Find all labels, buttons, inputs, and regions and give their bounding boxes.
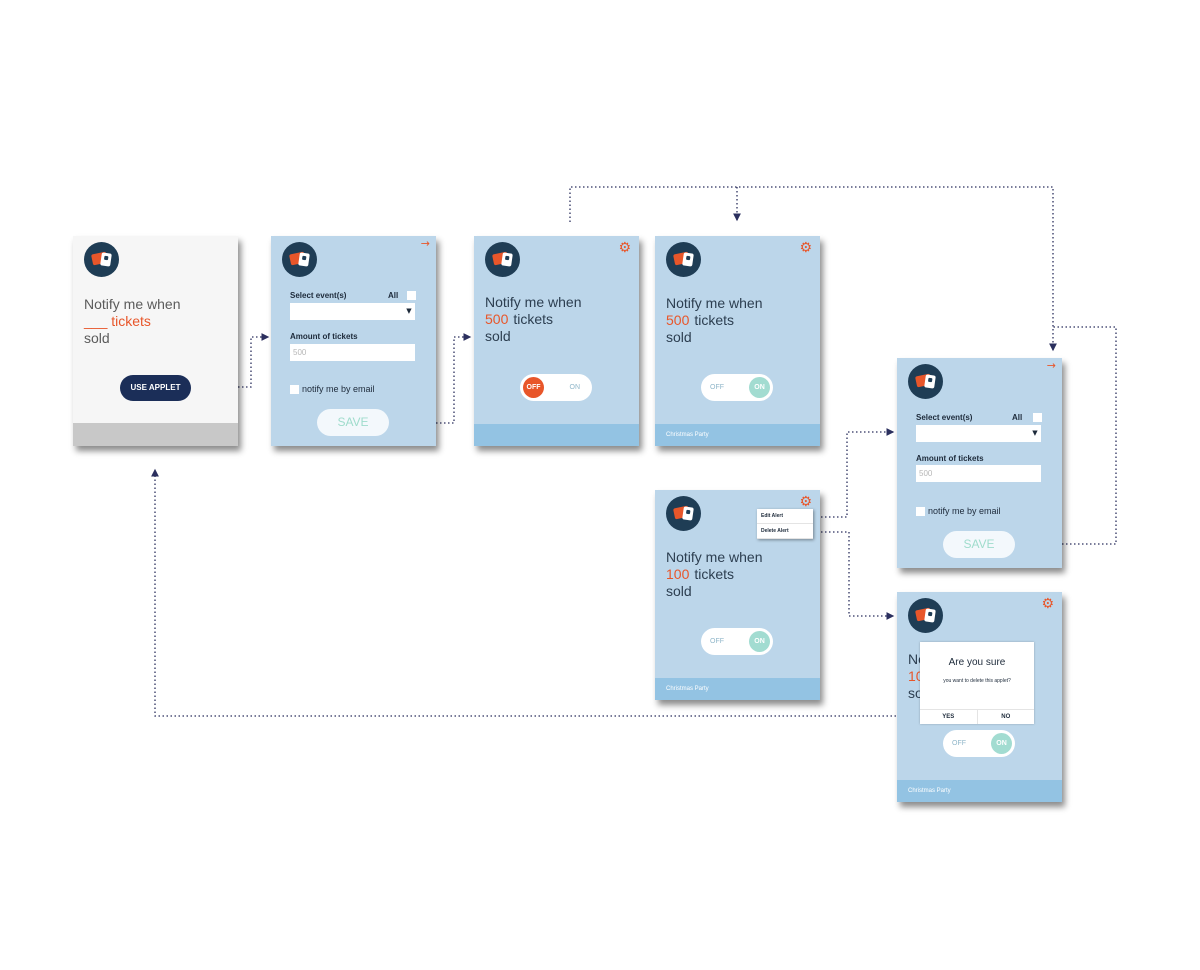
ticket-amount: 100 — [666, 566, 690, 582]
delete-alert-menu-item[interactable]: Delete Alert — [757, 524, 813, 539]
blank-amount: ___ — [84, 313, 108, 329]
use-applet-button[interactable]: USE APPLET — [120, 375, 191, 401]
gear-context-menu: Edit Alert Delete Alert — [757, 509, 813, 539]
notify-line: Notify me when — [666, 295, 763, 311]
delete-confirm-card: ⚙ No 10 so Are you sure you want to dele… — [897, 592, 1062, 802]
toggle-off-knob: OFF — [523, 377, 544, 398]
toggle-on-knob: ON — [991, 733, 1012, 754]
gear-icon[interactable]: ⚙ — [799, 495, 812, 509]
alert-toggle[interactable]: OFF ON — [701, 628, 773, 655]
gear-icon[interactable]: ⚙ — [799, 241, 812, 255]
all-checkbox[interactable] — [407, 291, 416, 300]
intro-card: Notify me when ___ tickets sold USE APPL… — [73, 236, 238, 446]
alert-toggle[interactable]: OFF ON — [520, 374, 592, 401]
tickets-word: tickets — [111, 313, 151, 329]
event-select[interactable]: ▼ — [916, 425, 1041, 442]
intro-text: Notify me when ___ tickets sold — [84, 296, 180, 347]
edit-alert-menu-item[interactable]: Edit Alert — [757, 509, 813, 524]
sold-line: sold — [666, 329, 692, 345]
alert-card-500-off: ⚙ Notify me when 500 tickets sold OFF ON — [474, 236, 639, 446]
ticket-logo-icon — [485, 242, 520, 277]
sold-line: sold — [485, 328, 511, 344]
edit-form-card: → Select event(s) All ▼ Amount of ticket… — [897, 358, 1062, 568]
sold-line: sold — [84, 330, 110, 346]
alert-text: Notify me when 100 tickets sold — [666, 549, 762, 600]
sold-line: sold — [666, 583, 692, 599]
ticket-logo-icon — [666, 242, 701, 277]
gear-icon[interactable]: ⚙ — [618, 241, 631, 255]
dialog-message: you want to delete this applet? — [943, 678, 1011, 684]
no-button[interactable]: NO — [976, 710, 1035, 724]
ticket-logo-icon — [908, 598, 943, 633]
tickets-word: tickets — [694, 566, 735, 582]
toggle-off-label: OFF — [710, 384, 724, 391]
arrow-right-icon[interactable]: → — [1047, 360, 1056, 371]
select-events-label: Select event(s) — [916, 413, 973, 422]
notify-line: Notify me when — [666, 549, 763, 565]
all-label: All — [1012, 413, 1023, 422]
all-label: All — [388, 291, 399, 300]
email-label: notify me by email — [302, 384, 375, 394]
alert-toggle[interactable]: OFF ON — [943, 730, 1015, 757]
setup-form-card: → Select event(s) All ▼ Amount of ticket… — [271, 236, 436, 446]
alert-toggle[interactable]: OFF ON — [701, 374, 773, 401]
toggle-on-knob: ON — [749, 631, 770, 652]
toggle-off-label: OFF — [952, 740, 966, 747]
dialog-title: Are you sure — [948, 657, 1006, 668]
email-label: notify me by email — [928, 506, 1001, 516]
amount-label: Amount of tickets — [916, 454, 984, 463]
tickets-line: ___ tickets — [84, 313, 180, 330]
dialog-buttons: YES NO — [920, 709, 1034, 724]
ticket-logo-icon — [282, 242, 317, 277]
toggle-off-label: OFF — [710, 638, 724, 645]
alert-card-500-on: ⚙ Notify me when 500 tickets sold OFF ON … — [655, 236, 820, 446]
ticket-logo-icon — [84, 242, 119, 277]
toggle-on-label: ON — [569, 384, 581, 391]
event-select[interactable]: ▼ — [290, 303, 415, 320]
tickets-line: 500 tickets — [666, 312, 762, 329]
all-checkbox[interactable] — [1033, 413, 1042, 422]
event-name-footer: Christmas Party — [655, 424, 820, 446]
arrow-right-icon[interactable]: → — [421, 238, 430, 249]
tickets-line: 100 tickets — [666, 566, 762, 583]
notify-line: Notify me when — [84, 296, 181, 312]
email-checkbox[interactable] — [290, 385, 299, 394]
gear-icon[interactable]: ⚙ — [1041, 597, 1054, 611]
event-name-footer: Christmas Party — [897, 780, 1062, 802]
ticket-logo-icon — [666, 496, 701, 531]
amount-label: Amount of tickets — [290, 332, 358, 341]
ticket-amount: 500 — [485, 311, 509, 327]
save-button[interactable]: SAVE — [317, 409, 389, 436]
toggle-on-knob: ON — [749, 377, 770, 398]
confirm-dialog: Are you sure you want to delete this app… — [920, 642, 1034, 724]
select-events-label: Select event(s) — [290, 291, 347, 300]
alert-text: Notify me when 500 tickets sold — [666, 295, 762, 346]
save-button[interactable]: SAVE — [943, 531, 1015, 558]
chevron-down-icon: ▼ — [1032, 429, 1038, 437]
chevron-down-icon: ▼ — [406, 307, 412, 315]
tickets-word: tickets — [694, 312, 735, 328]
event-name-footer: Christmas Party — [655, 678, 820, 700]
amount-input[interactable]: 500 — [916, 465, 1041, 482]
card-footer — [73, 423, 238, 446]
amount-input[interactable]: 500 — [290, 344, 415, 361]
notify-line: Notify me when — [485, 294, 582, 310]
email-checkbox[interactable] — [916, 507, 925, 516]
tickets-line: 500 tickets — [485, 311, 581, 328]
connector-yes-to-start — [151, 468, 940, 717]
alert-text: Notify me when 500 tickets sold — [485, 294, 581, 345]
yes-button[interactable]: YES — [920, 710, 977, 724]
tickets-word: tickets — [513, 311, 554, 327]
ticket-amount: 500 — [666, 312, 690, 328]
ticket-logo-icon — [908, 364, 943, 399]
card-footer — [474, 424, 639, 446]
